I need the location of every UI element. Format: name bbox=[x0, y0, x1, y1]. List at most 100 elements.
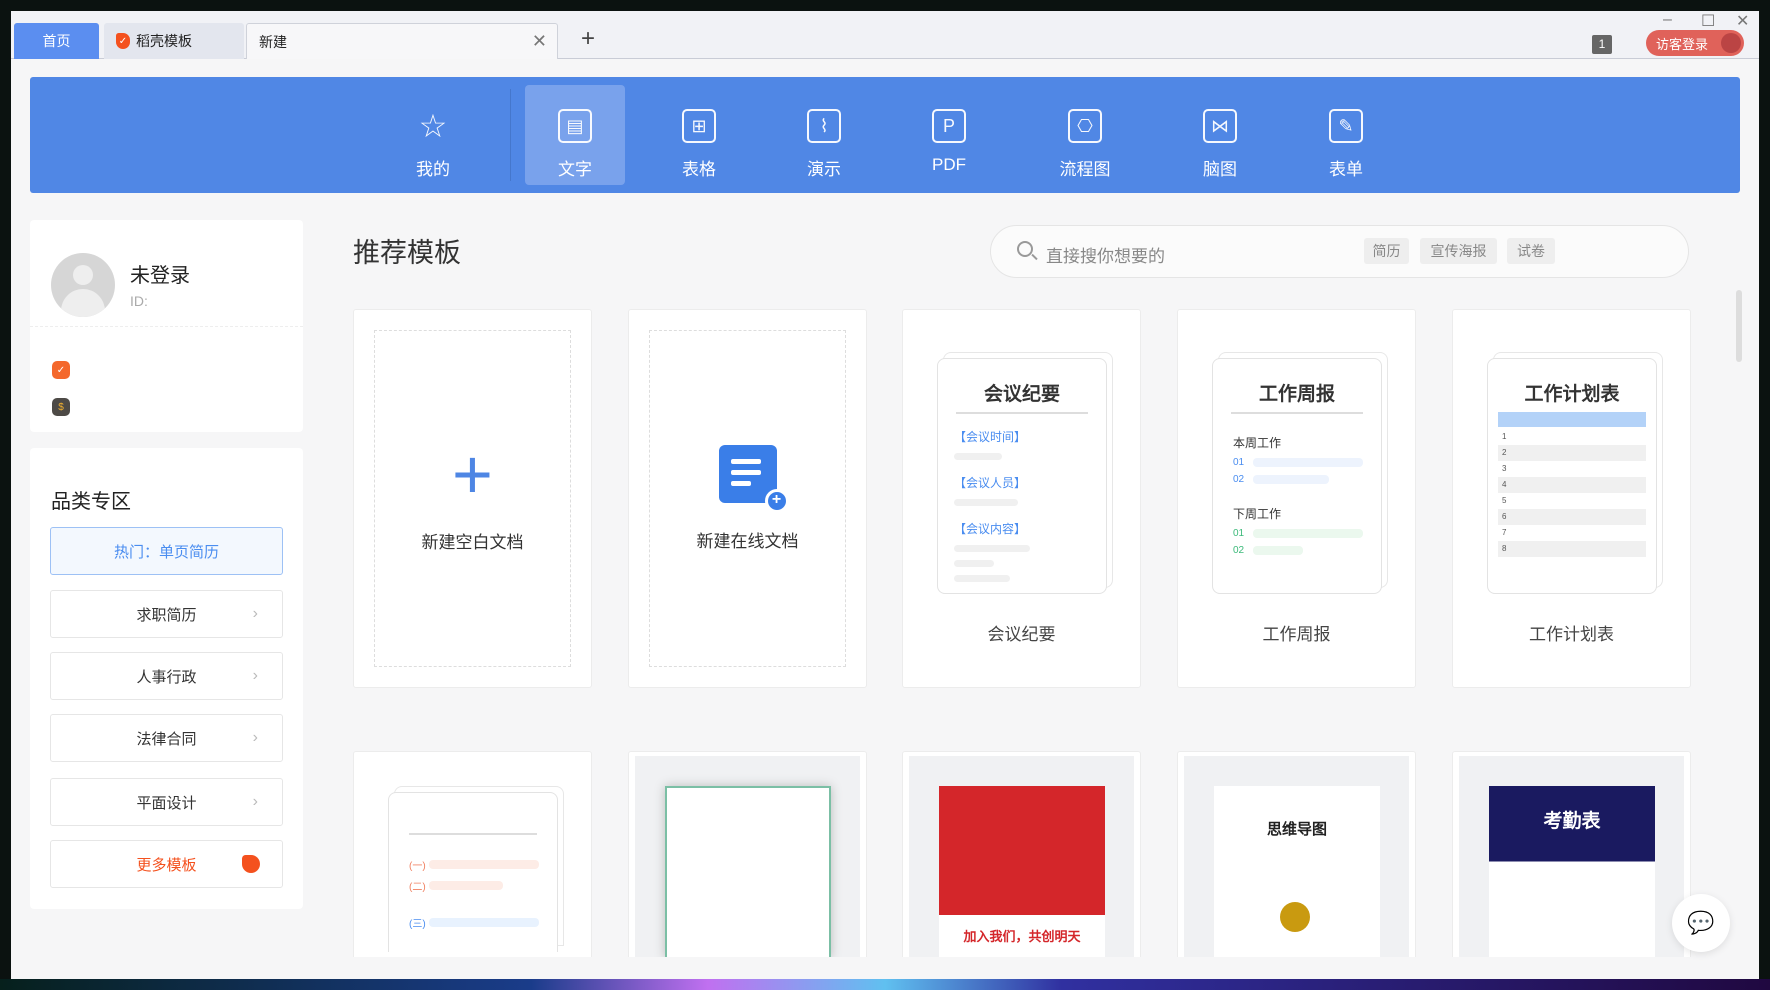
minimize-button[interactable]: – bbox=[1663, 11, 1672, 29]
category-mine[interactable]: ☆ 我的 bbox=[383, 85, 483, 185]
new-tab-button[interactable]: + bbox=[581, 25, 595, 53]
card-label: 新建空白文档 bbox=[421, 533, 524, 552]
chevron-right-icon: › bbox=[252, 605, 258, 622]
new-online-document-card[interactable]: + 新建在线文档 bbox=[628, 309, 867, 688]
category-form[interactable]: ✎ 表单 bbox=[1296, 85, 1396, 185]
section-title: 推荐模板 bbox=[353, 238, 461, 268]
template-preview: 会议纪要 【会议时间】 【会议人员】 【会议内容】 bbox=[937, 358, 1107, 594]
divider bbox=[510, 89, 511, 181]
template-thumbnail: 考勤表 bbox=[1489, 786, 1655, 957]
card-label: 工作周报 bbox=[1262, 625, 1331, 644]
window-count-badge[interactable]: 1 bbox=[1592, 35, 1612, 54]
template-card-recruit-poster[interactable]: 加入我们，共创明天 bbox=[902, 751, 1141, 957]
category-presentation[interactable]: ⌇ 演示 bbox=[774, 85, 874, 185]
guest-login-button[interactable]: 访客登录 bbox=[1646, 30, 1744, 56]
card-label: 新建在线文档 bbox=[696, 532, 799, 551]
category-banner: ☆ 我的 ▤ 文字 ⊞ 表格 ⌇ 演示 P PDF ⎔ 流程图 ⋈ 脑图 ✎ 表单 bbox=[30, 77, 1740, 193]
category-label: PDF bbox=[932, 155, 966, 174]
search-input[interactable]: 直接搜你想要的 bbox=[1046, 242, 1165, 267]
form-icon: ✎ bbox=[1329, 109, 1363, 143]
user-avatar-icon bbox=[1721, 33, 1741, 53]
desktop-taskbar-edge bbox=[0, 979, 1770, 990]
tab-label: 首页 bbox=[42, 33, 71, 49]
tab-bar: 首页 ✓ 稻壳模板 新建 ✕ + – ☐ ✕ 1 访客登录 bbox=[11, 11, 1759, 59]
search-tag[interactable]: 简历 bbox=[1364, 238, 1409, 264]
more-templates-button[interactable]: 更多模板 bbox=[50, 840, 283, 888]
tab-new[interactable]: 新建 ✕ bbox=[246, 23, 558, 59]
item-label: 人事行政 bbox=[136, 668, 197, 686]
template-card-work-plan[interactable]: 工作计划表 12345678 工作计划表 bbox=[1452, 309, 1691, 688]
template-preview: 工作周报 本周工作 01 02 下周工作 01 02 bbox=[1212, 358, 1382, 594]
template-card-mindmap[interactable]: 思维导图 bbox=[1177, 751, 1416, 957]
category-panel-title: 品类专区 bbox=[51, 491, 131, 513]
mindmap-icon: ⋈ bbox=[1203, 109, 1237, 143]
template-thumbnail bbox=[665, 786, 831, 957]
category-mindmap[interactable]: ⋈ 脑图 bbox=[1170, 85, 1270, 185]
template-card-outline[interactable]: (一) (二) (三) bbox=[353, 751, 592, 957]
template-card-poem[interactable] bbox=[628, 751, 867, 957]
template-grid: + 新建空白文档 + 新建在线文档 会议纪要 【会议时间】 【会议人员】 【会议内容… bbox=[353, 309, 1723, 959]
category-label: 我的 bbox=[416, 160, 450, 179]
daoke-member-icon[interactable]: ✓ bbox=[52, 361, 70, 379]
maximize-button[interactable]: ☐ bbox=[1701, 11, 1715, 31]
username[interactable]: 未登录 bbox=[130, 259, 190, 288]
tab-label: 稻壳模板 bbox=[136, 33, 192, 49]
category-pdf[interactable]: P PDF bbox=[899, 85, 999, 185]
card-label: 工作计划表 bbox=[1529, 625, 1614, 644]
close-tab-icon[interactable]: ✕ bbox=[532, 31, 547, 52]
tab-daoke-templates[interactable]: ✓ 稻壳模板 bbox=[104, 23, 244, 59]
category-writer[interactable]: ▤ 文字 bbox=[525, 85, 625, 185]
chat-icon: 💬 bbox=[1687, 910, 1715, 935]
template-card-meeting-minutes[interactable]: 会议纪要 【会议时间】 【会议人员】 【会议内容】 会议纪要 bbox=[902, 309, 1141, 688]
item-label: 更多模板 bbox=[136, 856, 197, 874]
item-label: 平面设计 bbox=[136, 794, 197, 812]
daoke-logo-icon bbox=[242, 855, 260, 873]
star-icon: ☆ bbox=[418, 108, 448, 144]
scrollbar[interactable] bbox=[1736, 290, 1742, 362]
category-item-legal[interactable]: 法律合同 › bbox=[50, 714, 283, 762]
category-panel: 品类专区 热门：单页简历 求职简历 › 人事行政 › 法律合同 › 平面设计 › 更多模… bbox=[30, 448, 303, 909]
online-document-icon: + bbox=[718, 445, 789, 513]
user-card: 未登录 ID: ✓ $ bbox=[30, 220, 303, 432]
divider bbox=[30, 326, 303, 327]
pdf-icon: P bbox=[932, 109, 966, 143]
card-label: 会议纪要 bbox=[987, 625, 1056, 644]
preview-field: 下周工作 bbox=[1233, 507, 1282, 521]
template-preview: (一) (二) (三) bbox=[388, 792, 558, 952]
item-label: 法律合同 bbox=[136, 730, 197, 748]
category-item-design[interactable]: 平面设计 › bbox=[50, 778, 283, 826]
category-label: 脑图 bbox=[1203, 160, 1237, 179]
category-label: 表单 bbox=[1329, 160, 1363, 179]
template-card-weekly-report[interactable]: 工作周报 本周工作 01 02 下周工作 01 02 工作周报 bbox=[1177, 309, 1416, 688]
preview-field: 【会议时间】 bbox=[954, 430, 1027, 444]
template-thumbnail: 思维导图 bbox=[1214, 786, 1380, 957]
chevron-right-icon: › bbox=[252, 793, 258, 810]
category-item-hr[interactable]: 人事行政 › bbox=[50, 652, 283, 700]
tab-label: 新建 bbox=[259, 33, 287, 50]
feedback-chat-button[interactable]: 💬 bbox=[1672, 894, 1730, 952]
close-window-button[interactable]: ✕ bbox=[1736, 11, 1749, 31]
hot-single-page-resume[interactable]: 热门：单页简历 bbox=[50, 527, 283, 575]
tab-home[interactable]: 首页 bbox=[14, 23, 99, 59]
category-item-resume[interactable]: 求职简历 › bbox=[50, 590, 283, 638]
template-preview: 工作计划表 12345678 bbox=[1487, 358, 1657, 594]
new-blank-document-card[interactable]: + 新建空白文档 bbox=[353, 309, 592, 688]
category-flowchart[interactable]: ⎔ 流程图 bbox=[1035, 85, 1135, 185]
avatar[interactable] bbox=[51, 253, 115, 317]
preview-title: 工作计划表 bbox=[1524, 384, 1620, 405]
chevron-right-icon: › bbox=[252, 667, 258, 684]
category-spreadsheet[interactable]: ⊞ 表格 bbox=[649, 85, 749, 185]
search-tag[interactable]: 宣传海报 bbox=[1420, 238, 1497, 264]
search-tag[interactable]: 试卷 bbox=[1507, 238, 1555, 264]
preview-title: 会议纪要 bbox=[956, 379, 1088, 414]
coin-icon[interactable]: $ bbox=[52, 398, 70, 416]
category-label: 演示 bbox=[807, 160, 841, 179]
app-window: 首页 ✓ 稻壳模板 新建 ✕ + – ☐ ✕ 1 访客登录 ☆ 我的 ▤ 文字 ⊞ 表格 … bbox=[11, 11, 1759, 979]
template-card-attendance[interactable]: 考勤表 bbox=[1452, 751, 1691, 957]
preview-field: 本周工作 bbox=[1233, 436, 1282, 450]
preview-title: 工作周报 bbox=[1231, 379, 1363, 414]
category-label: 文字 bbox=[558, 160, 592, 179]
template-thumbnail: 加入我们，共创明天 bbox=[939, 786, 1105, 957]
table-icon: ⊞ bbox=[682, 109, 716, 143]
template-search[interactable]: 直接搜你想要的 简历 宣传海报 试卷 bbox=[990, 225, 1689, 278]
